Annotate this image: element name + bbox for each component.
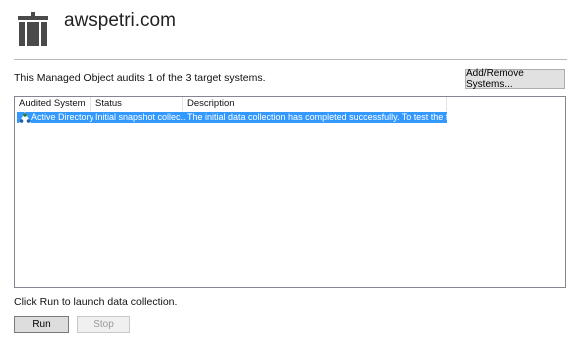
column-header-audited-system[interactable]: Audited System: [15, 97, 91, 111]
active-directory-icon: [19, 112, 31, 123]
cell-status: Initial snapshot collec...: [95, 112, 185, 122]
list-header: Audited System Status Description: [15, 97, 447, 111]
add-remove-systems-button[interactable]: Add/Remove Systems...: [465, 68, 565, 90]
system-name: Active Directory: [31, 112, 93, 122]
cell-audited-system: Active Directory: [17, 112, 93, 123]
table-row[interactable]: Active Directory Initial snapshot collec…: [17, 112, 447, 123]
divider: [14, 59, 567, 60]
audited-systems-list[interactable]: Audited System Status Description Active…: [14, 96, 566, 288]
audit-summary: This Managed Object audits 1 of the 3 ta…: [14, 72, 266, 84]
run-button[interactable]: Run: [14, 316, 69, 333]
cell-description: The initial data collection has complete…: [187, 112, 447, 122]
column-header-status[interactable]: Status: [91, 97, 183, 111]
stop-button[interactable]: Stop: [77, 316, 130, 333]
run-hint: Click Run to launch data collection.: [14, 296, 178, 308]
page-title: awspetri.com: [64, 10, 176, 31]
column-header-description[interactable]: Description: [183, 97, 447, 111]
building-icon: [18, 12, 48, 46]
